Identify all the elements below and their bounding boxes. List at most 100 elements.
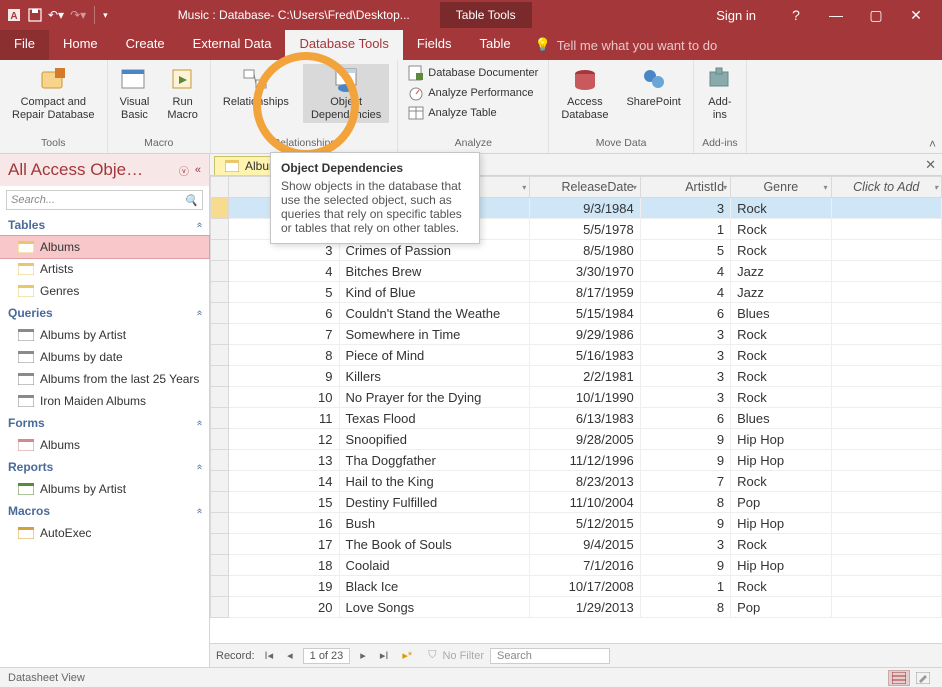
nav-item-albums[interactable]: Albums [0, 236, 209, 258]
table-row[interactable]: 4 Bitches Brew 3/30/1970 4 Jazz [211, 261, 942, 282]
record-search-input[interactable]: Search [490, 648, 610, 664]
column-header-genre[interactable]: Genre▾ [731, 177, 831, 198]
table-row[interactable]: 19 Black Ice 10/17/2008 1 Rock [211, 576, 942, 597]
nav-menu-icon[interactable]: ⓥ [179, 163, 189, 178]
column-header-artistid[interactable]: ArtistId▾ [640, 177, 730, 198]
analyze-table-icon [408, 105, 424, 121]
nav-group-reports[interactable]: Reports« [0, 456, 209, 478]
access-database-button[interactable]: Access Database [557, 64, 612, 123]
nav-item-albums-by-artist[interactable]: Albums by Artist [0, 324, 209, 346]
tell-me-search[interactable]: 💡 Tell me what you want to do [535, 30, 718, 60]
restore-icon[interactable]: ▢ [856, 7, 896, 24]
compact-repair-button[interactable]: Compact and Repair Database [8, 64, 99, 123]
minimize-icon[interactable]: — [816, 7, 856, 23]
macro-icon [18, 527, 34, 539]
table-row[interactable]: 15 Destiny Fulfilled 11/10/2004 8 Pop [211, 492, 942, 513]
group-label-analyze: Analyze [455, 137, 492, 151]
view-datasheet-icon[interactable] [888, 670, 910, 686]
performance-icon [408, 85, 424, 101]
table-row[interactable]: 10 No Prayer for the Dying 10/1/1990 3 R… [211, 387, 942, 408]
tab-database-tools[interactable]: Database Tools [285, 30, 402, 60]
undo-icon[interactable]: ↶▾ [48, 8, 64, 22]
tab-table[interactable]: Table [466, 30, 525, 60]
lightbulb-icon: 💡 [535, 37, 551, 53]
query-icon [18, 373, 34, 385]
table-icon [18, 263, 34, 275]
database-documenter-button[interactable]: Database Documenter [406, 64, 540, 82]
nav-collapse-icon[interactable]: « [195, 164, 201, 176]
tab-fields[interactable]: Fields [403, 30, 466, 60]
record-position[interactable]: 1 of 23 [303, 648, 351, 664]
group-label-move: Move Data [596, 137, 647, 151]
visual-basic-button[interactable]: Visual Basic [116, 64, 154, 123]
app-icon: A [6, 7, 22, 23]
nav-group-tables[interactable]: Tables« [0, 214, 209, 236]
nav-item-genres[interactable]: Genres [0, 280, 209, 302]
table-row[interactable]: 16 Bush 5/12/2015 9 Hip Hop [211, 513, 942, 534]
save-icon[interactable] [28, 8, 42, 22]
nav-item-albums-by-artist[interactable]: Albums by Artist [0, 478, 209, 500]
tab-external-data[interactable]: External Data [179, 30, 286, 60]
table-row[interactable]: 13 Tha Doggfather 11/12/1996 9 Hip Hop [211, 450, 942, 471]
window-title: Music : Database- C:\Users\Fred\Desktop.… [178, 8, 410, 22]
nav-item-albums-by-date[interactable]: Albums by date [0, 346, 209, 368]
nav-item-artists[interactable]: Artists [0, 258, 209, 280]
navigation-pane: All Access Obje… ⓥ « Search... 🔍 Tables«… [0, 154, 210, 667]
access-db-icon [571, 66, 599, 94]
nav-next-icon[interactable]: ▸ [356, 649, 370, 662]
tab-create[interactable]: Create [112, 30, 179, 60]
table-row[interactable]: 7 Somewhere in Time 9/29/1986 3 Rock [211, 324, 942, 345]
record-navigator: Record: I◂ ◂ 1 of 23 ▸ ▸I ▸* ⛉ No Filter… [210, 643, 942, 667]
object-dependencies-icon [332, 66, 360, 94]
relationships-button[interactable]: Relationships [219, 64, 293, 111]
nav-first-icon[interactable]: I◂ [261, 649, 278, 662]
nav-last-icon[interactable]: ▸I [376, 649, 393, 662]
addins-button[interactable]: Add- ins [702, 64, 738, 123]
doc-close-icon[interactable]: ✕ [925, 157, 936, 173]
redo-icon[interactable]: ↷▾ [70, 8, 86, 22]
object-dependencies-button[interactable]: Object Dependencies [303, 64, 389, 123]
select-all-corner[interactable] [211, 177, 229, 198]
nav-group-queries[interactable]: Queries« [0, 302, 209, 324]
table-row[interactable]: 9 Killers 2/2/1981 3 Rock [211, 366, 942, 387]
column-header-releasedate[interactable]: ReleaseDate▾ [530, 177, 640, 198]
view-design-icon[interactable] [912, 670, 934, 686]
vb-icon [120, 66, 148, 94]
table-row[interactable]: 5 Kind of Blue 8/17/1959 4 Jazz [211, 282, 942, 303]
nav-new-icon[interactable]: ▸* [398, 649, 416, 662]
sharepoint-button[interactable]: SharePoint [622, 64, 684, 111]
help-icon[interactable]: ? [776, 7, 816, 23]
nav-item-autoexec[interactable]: AutoExec [0, 522, 209, 544]
title-bar: A ↶▾ ↷▾ ▾ Music : Database- C:\Users\Fre… [0, 0, 942, 30]
run-macro-button[interactable]: Run Macro [163, 64, 202, 123]
search-icon: 🔍 [184, 194, 198, 207]
sign-in-link[interactable]: Sign in [716, 8, 756, 23]
analyze-table-button[interactable]: Analyze Table [406, 104, 540, 122]
table-row[interactable]: 12 Snoopified 9/28/2005 9 Hip Hop [211, 429, 942, 450]
query-icon [18, 395, 34, 407]
nav-item-albums[interactable]: Albums [0, 434, 209, 456]
table-row[interactable]: 6 Couldn't Stand the Weathe 5/15/1984 6 … [211, 303, 942, 324]
table-row[interactable]: 20 Love Songs 1/29/2013 8 Pop [211, 597, 942, 618]
table-row[interactable]: 18 Coolaid 7/1/2016 9 Hip Hop [211, 555, 942, 576]
table-row[interactable]: 17 The Book of Souls 9/4/2015 3 Rock [211, 534, 942, 555]
nav-group-forms[interactable]: Forms« [0, 412, 209, 434]
ribbon: Compact and Repair Database Tools Visual… [0, 60, 942, 154]
table-row[interactable]: 11 Texas Flood 6/13/1983 6 Blues [211, 408, 942, 429]
query-icon [18, 351, 34, 363]
close-icon[interactable]: ✕ [896, 7, 936, 24]
tab-file[interactable]: File [0, 30, 49, 60]
nav-item-iron-maiden-albums[interactable]: Iron Maiden Albums [0, 390, 209, 412]
nav-group-macros[interactable]: Macros« [0, 500, 209, 522]
table-row[interactable]: 8 Piece of Mind 5/16/1983 3 Rock [211, 345, 942, 366]
table-row[interactable]: 14 Hail to the King 8/23/2013 7 Rock [211, 471, 942, 492]
nav-header[interactable]: All Access Obje… ⓥ « [0, 154, 209, 186]
tab-home[interactable]: Home [49, 30, 112, 60]
column-header-add[interactable]: Click to Add▾ [831, 177, 941, 198]
nav-search-input[interactable]: Search... 🔍 [6, 190, 203, 210]
analyze-performance-button[interactable]: Analyze Performance [406, 84, 540, 102]
qat-customize-icon[interactable]: ▾ [103, 10, 108, 21]
nav-prev-icon[interactable]: ◂ [283, 649, 297, 662]
collapse-ribbon-icon[interactable]: ˄ [929, 137, 936, 151]
nav-item-albums-from-the-last-25-years[interactable]: Albums from the last 25 Years [0, 368, 209, 390]
